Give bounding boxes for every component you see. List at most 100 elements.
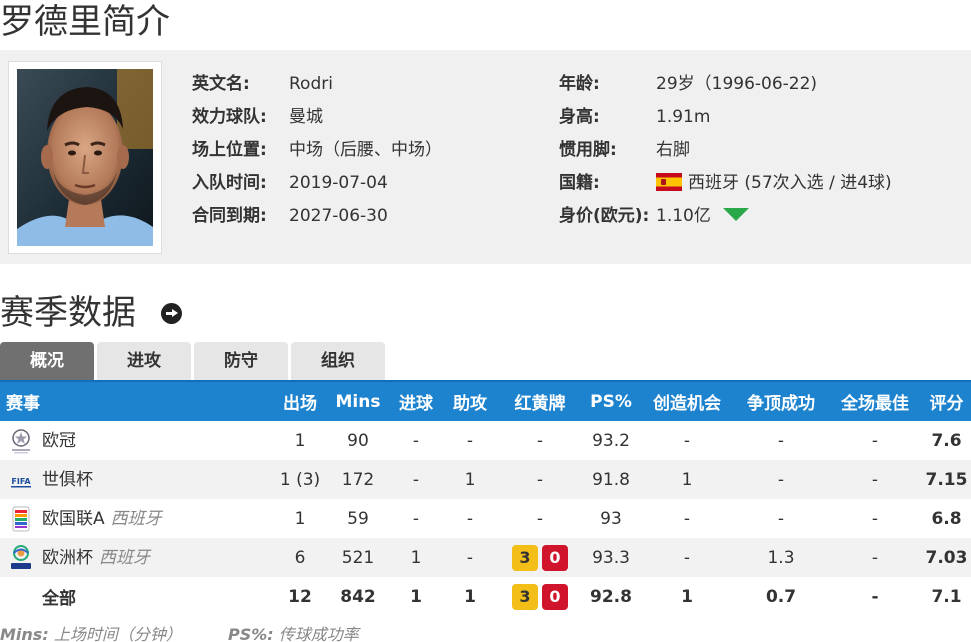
competition-name: 欧洲杯 xyxy=(42,548,93,568)
footnote-key: PS%: xyxy=(228,625,274,642)
col-header-rating[interactable]: 评分 xyxy=(922,380,971,421)
col-header-apps[interactable]: 出场 xyxy=(274,380,326,421)
competition-name: 欧国联A xyxy=(42,509,105,529)
apps-cell: 6 xyxy=(274,538,326,577)
player-photo xyxy=(17,69,153,246)
competition-name: 世俱杯 xyxy=(42,470,93,490)
arrow-right-circle-icon[interactable] xyxy=(161,303,182,324)
red-card-badge: 0 xyxy=(542,544,568,571)
col-header-mins[interactable]: Mins xyxy=(326,380,390,421)
col-header-aerials[interactable]: 争顶成功 xyxy=(734,380,828,421)
competition-team: 西班牙 xyxy=(110,509,162,529)
competition-cell[interactable]: 欧国联A 西班牙 xyxy=(0,499,274,538)
chances-cell: 1 xyxy=(640,460,734,499)
rating-cell: 7.15 xyxy=(922,460,971,499)
col-header-chances[interactable]: 创造机会 xyxy=(640,380,734,421)
player-portrait-image xyxy=(17,69,153,246)
col-header-pass-pct[interactable]: PS% xyxy=(582,380,640,421)
down-arrow-icon xyxy=(722,208,749,221)
season-title: 赛季数据 xyxy=(0,293,136,333)
tab-overview[interactable]: 概况 xyxy=(0,342,94,380)
field-value-height: 1.91m xyxy=(656,107,711,127)
table-row: 欧洲杯 西班牙 6 521 1 - 30 93.3 - 1.3 - 7.03 xyxy=(0,538,971,577)
footnote-ps: PS%: 传球成功率 xyxy=(228,621,359,642)
profile-title: 罗德里简介 xyxy=(0,2,170,42)
field-value-nationality-wrap: 西班牙 (57次入选 / 进4球) xyxy=(656,171,892,195)
field-value-join-date: 2019-07-04 xyxy=(289,173,388,193)
field-value-nationality[interactable]: 西班牙 (57次入选 / 进4球) xyxy=(688,173,892,193)
pass-pct-cell: 93 xyxy=(600,508,622,529)
assists-cell: - xyxy=(466,430,474,451)
yellow-card-badge: 3 xyxy=(512,583,538,610)
competition-cell[interactable]: 欧洲杯 西班牙 xyxy=(0,538,274,577)
motm-cell: - xyxy=(871,508,879,529)
goals-cell: 1 xyxy=(410,586,422,607)
fifa-icon: FIFA xyxy=(8,466,34,494)
rating-cell: 7.1 xyxy=(931,586,962,607)
mins-cell: 90 xyxy=(347,430,369,451)
field-label-join-date: 入队时间: xyxy=(192,173,267,193)
table-header-row: 赛事 出场 Mins 进球 助攻 红黄牌 PS% 创造机会 争顶成功 全场最佳 … xyxy=(0,380,971,421)
rating-cell: 7.6 xyxy=(931,430,962,451)
svg-text:FIFA: FIFA xyxy=(11,477,31,486)
aerials-cell: 0.7 xyxy=(765,586,797,607)
apps-cell: 12 xyxy=(288,586,312,607)
aerials-cell: - xyxy=(734,460,828,499)
assists-cell: - xyxy=(466,508,474,529)
field-value-team: 曼城 xyxy=(289,107,323,127)
col-header-assists[interactable]: 助攻 xyxy=(442,380,498,421)
chances-cell: - xyxy=(683,508,691,529)
field-label-nationality: 国籍: xyxy=(559,173,600,193)
table-row: 欧国联A 西班牙 1 59 - - - 93 - - - 6.8 xyxy=(0,499,971,538)
spain-flag-icon xyxy=(656,173,682,191)
cards-cell: 30 xyxy=(498,538,582,577)
cards-cell: - xyxy=(498,460,582,499)
tab-organize[interactable]: 组织 xyxy=(291,342,385,380)
total-label: 全部 xyxy=(42,589,76,609)
field-value-contract-end: 2027-06-30 xyxy=(289,206,388,226)
tab-defense[interactable]: 防守 xyxy=(194,342,288,380)
assists-cell: 1 xyxy=(442,460,498,499)
aerials-cell: 1.3 xyxy=(734,538,828,577)
table-total-row: 全部 12 842 1 1 30 92.8 1 0.7 - 7.1 xyxy=(0,577,971,616)
footnote-mins: Mins: 上场时间（分钟） xyxy=(0,621,182,642)
field-value-english-name: Rodri xyxy=(289,74,333,94)
col-header-motm[interactable]: 全场最佳 xyxy=(828,380,922,421)
footnote-text: 传球成功率 xyxy=(278,625,359,642)
table-row: FIFA 世俱杯 1 (3) 172 - 1 - 91.8 1 - - 7.15 xyxy=(0,460,971,499)
motm-cell: - xyxy=(871,586,879,607)
field-label-english-name: 英文名: xyxy=(192,74,250,94)
pass-pct-cell: 93.2 xyxy=(592,430,630,451)
apps-cell: 1 xyxy=(294,508,306,529)
field-label-position: 场上位置: xyxy=(192,140,267,160)
competition-cell[interactable]: 欧冠 xyxy=(0,421,274,460)
tab-attack[interactable]: 进攻 xyxy=(97,342,191,380)
field-value-age: 29岁（1996-06-22) xyxy=(656,74,818,94)
chances-cell: - xyxy=(640,538,734,577)
field-label-team: 效力球队: xyxy=(192,107,267,127)
rating-cell: 7.03 xyxy=(922,538,971,577)
footnote-key: Mins: xyxy=(0,625,49,642)
mins-cell: 59 xyxy=(347,508,369,529)
euro-icon xyxy=(8,544,34,572)
pass-pct-cell: 91.8 xyxy=(582,460,640,499)
cards-cell: - xyxy=(536,430,544,451)
field-value-position: 中场（后腰、中场） xyxy=(289,140,442,160)
col-header-competition[interactable]: 赛事 xyxy=(0,380,274,421)
goals-cell: - xyxy=(412,508,420,529)
col-header-goals[interactable]: 进球 xyxy=(390,380,442,421)
competition-cell[interactable]: FIFA 世俱杯 xyxy=(0,460,274,499)
table-row: 欧冠 1 90 - - - 93.2 - - - 7.6 xyxy=(0,421,971,460)
aerials-cell: - xyxy=(777,430,785,451)
cards-cell: - xyxy=(536,508,544,529)
assists-cell: - xyxy=(442,538,498,577)
col-header-cards[interactable]: 红黄牌 xyxy=(498,380,582,421)
field-label-contract-end: 合同到期: xyxy=(192,206,267,226)
motm-cell: - xyxy=(828,538,922,577)
assists-cell: 1 xyxy=(464,586,476,607)
rating-cell: 6.8 xyxy=(931,508,962,529)
field-label-foot: 惯用脚: xyxy=(559,140,617,160)
yellow-card-badge: 3 xyxy=(512,544,538,571)
champions-league-icon xyxy=(8,427,34,455)
apps-cell: 1 (3) xyxy=(274,460,326,499)
